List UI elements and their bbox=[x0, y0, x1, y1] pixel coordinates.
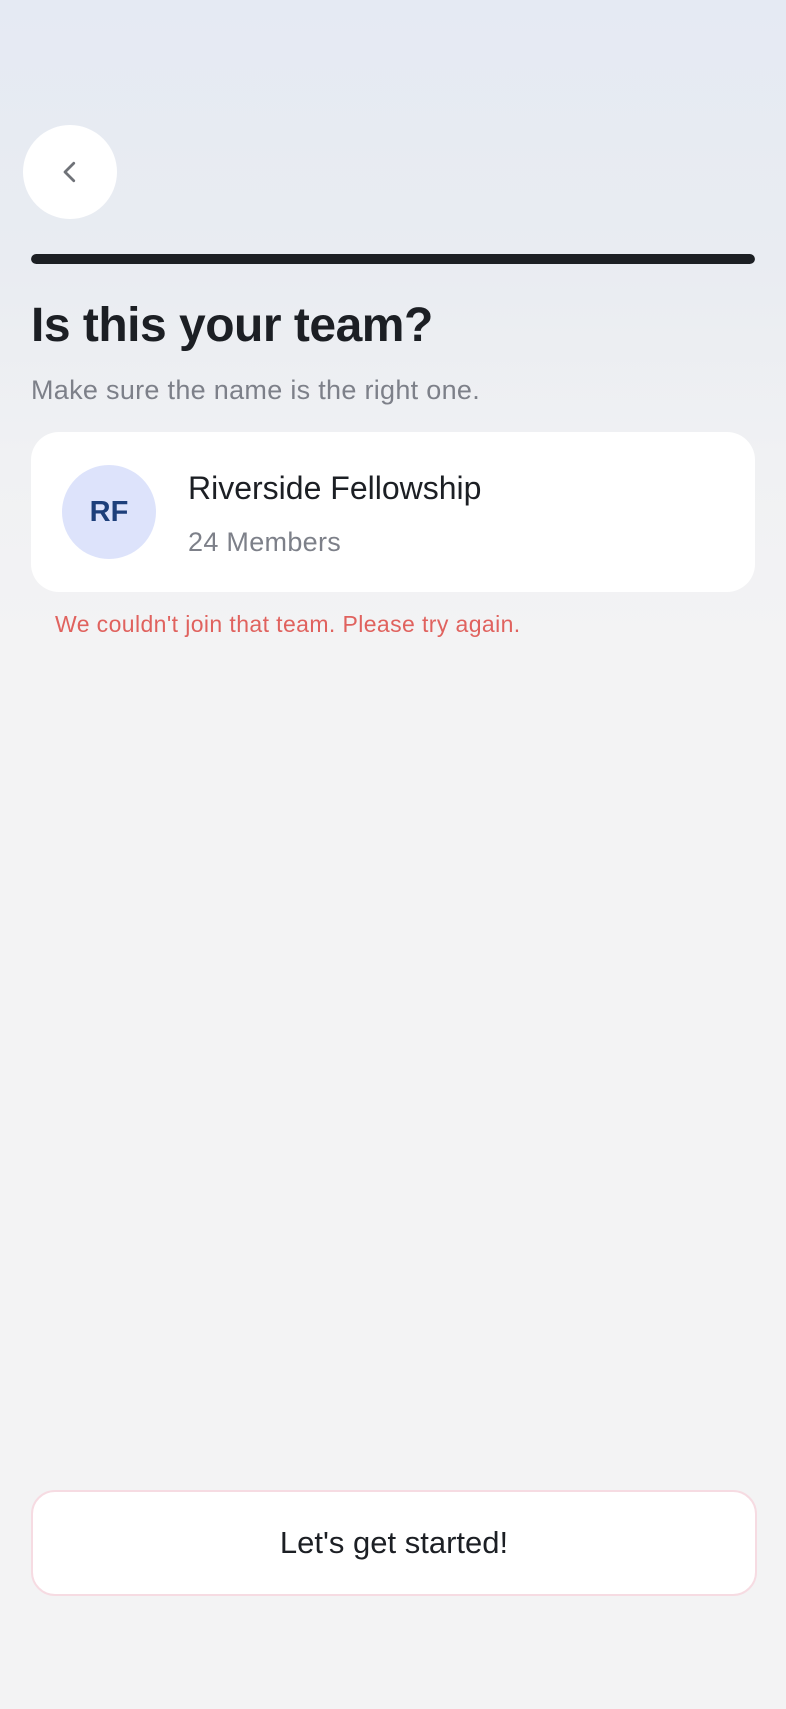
team-card[interactable]: RF Riverside Fellowship 24 Members bbox=[31, 432, 755, 592]
page-title: Is this your team? bbox=[31, 299, 433, 352]
progress-bar bbox=[31, 254, 755, 264]
progress-bar-fill bbox=[31, 254, 755, 264]
chevron-left-icon bbox=[63, 161, 76, 183]
team-avatar: RF bbox=[62, 465, 156, 559]
get-started-button[interactable]: Let's get started! bbox=[31, 1490, 757, 1596]
back-button[interactable] bbox=[23, 125, 117, 219]
page-subtitle: Make sure the name is the right one. bbox=[31, 375, 481, 405]
team-name: Riverside Fellowship bbox=[188, 470, 482, 506]
team-member-count: 24 Members bbox=[188, 527, 342, 557]
error-message: We couldn't join that team. Please try a… bbox=[55, 611, 521, 637]
